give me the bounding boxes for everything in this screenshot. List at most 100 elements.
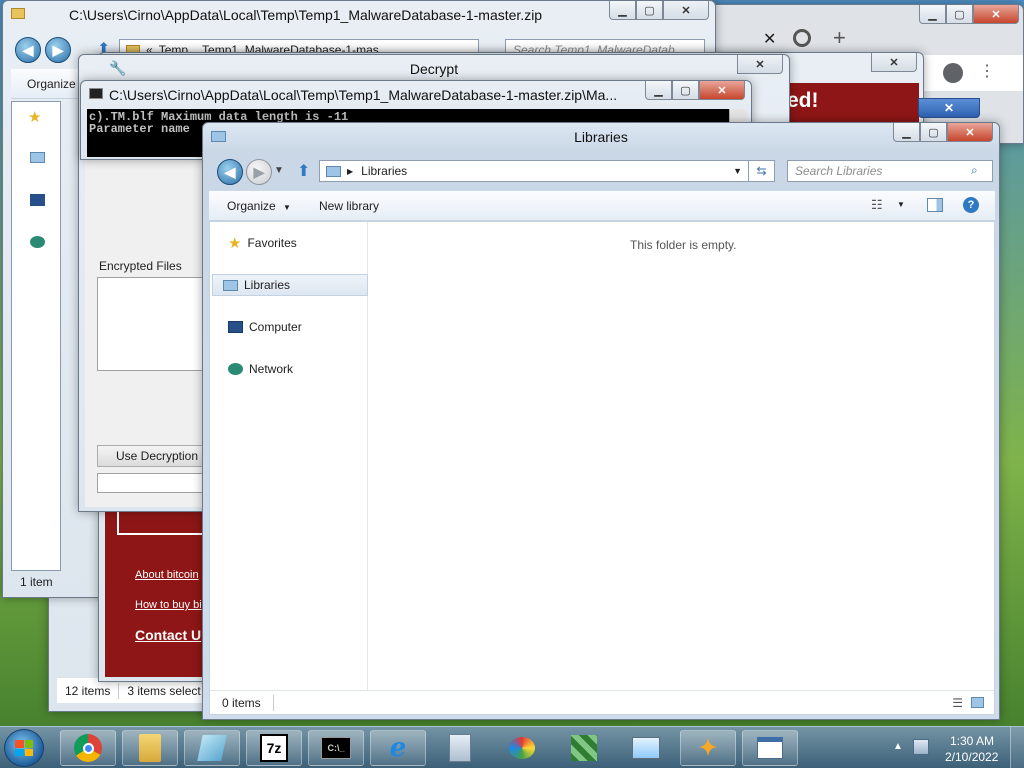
chrome-tab-icon[interactable] — [793, 29, 811, 47]
about-bitcoin-link[interactable]: About bitcoin — [135, 569, 199, 581]
favorites-star-icon[interactable]: ★ — [28, 108, 41, 126]
tab-close-icon[interactable]: ✕ — [763, 29, 776, 49]
back-button[interactable]: ◀ — [217, 159, 243, 185]
minimize-button[interactable]: ▁ — [645, 81, 672, 100]
libraries-content-area: ★ Favorites Libraries Computer Network T… — [209, 221, 995, 715]
start-button[interactable] — [4, 729, 44, 767]
maximize-button[interactable]: ▢ — [946, 5, 973, 24]
up-arrow-icon[interactable]: ⬆ — [297, 161, 310, 181]
breadcrumb-libraries[interactable]: Libraries — [361, 164, 407, 178]
close-button[interactable]: ✕ — [973, 5, 1019, 24]
show-desktop-button[interactable] — [1010, 727, 1024, 768]
taskbar-paint[interactable] — [494, 730, 550, 766]
libraries-items-count: 0 items — [222, 695, 261, 710]
organize-menu[interactable]: Organize ▼ — [227, 199, 291, 213]
chevron-down-icon: ▼ — [283, 203, 291, 212]
maximize-button[interactable]: ▢ — [920, 123, 947, 142]
recent-pages-chevron-icon[interactable]: ▼ — [274, 165, 284, 176]
view-options-chevron-icon[interactable]: ▼ — [897, 200, 905, 209]
maximize-button[interactable]: ▢ — [672, 81, 699, 100]
taskbar-notepad[interactable] — [184, 730, 240, 766]
details-view-icon[interactable]: ☰ — [952, 696, 963, 710]
contact-us-link[interactable]: Contact U — [135, 627, 201, 643]
help-icon[interactable]: ? — [963, 197, 979, 213]
organize-label: Organize — [227, 199, 276, 213]
navigation-pane: ★ Favorites Libraries Computer Network — [210, 222, 368, 690]
nav-computer-label: Computer — [249, 320, 302, 334]
preview-pane-icon[interactable] — [927, 198, 943, 212]
taskbar-cubes-app[interactable] — [556, 730, 612, 766]
network-tray-icon[interactable] — [913, 739, 929, 755]
browser-caption-buttons: ▁ ▢ ✕ — [919, 5, 1019, 25]
close-button[interactable]: ✕ — [947, 123, 993, 142]
new-tab-button[interactable]: + — [833, 25, 846, 51]
ransom-banner-text: ed! — [787, 89, 819, 112]
nav-item-libraries[interactable]: Libraries — [212, 274, 368, 296]
close-button[interactable]: ✕ — [663, 1, 709, 20]
taskbar-ie[interactable]: e — [370, 730, 426, 766]
change-view-icon[interactable]: ☷ — [871, 197, 883, 213]
address-dropdown-icon[interactable]: ▼ — [733, 166, 742, 176]
cubes-icon — [571, 735, 597, 761]
back-button[interactable]: ◀ — [15, 37, 41, 63]
taskbar-wizard[interactable]: ✦ — [680, 730, 736, 766]
empty-folder-message: This folder is empty. — [630, 238, 737, 252]
windows-logo-icon — [15, 740, 33, 756]
taskbar-resource-monitor[interactable] — [618, 730, 674, 766]
taskbar-explorer[interactable] — [122, 730, 178, 766]
libraries-address-bar[interactable]: ▶ Libraries ▼ — [319, 160, 749, 182]
libraries-window-title: Libraries — [574, 129, 628, 145]
search-icon[interactable]: ⌕ — [971, 163, 978, 178]
back-explorer-selected-count: 3 items select — [127, 683, 201, 698]
encrypted-files-label: Encrypted Files — [99, 259, 182, 273]
refresh-button[interactable]: ⇆ — [749, 160, 775, 182]
forward-button[interactable]: ▶ — [45, 37, 71, 63]
magic-wand-icon: ✦ — [698, 735, 718, 760]
back-explorer-items-count: 12 items — [65, 683, 111, 698]
nav-network-label: Network — [249, 362, 294, 376]
nav-item-favorites[interactable]: ★ Favorites — [218, 232, 297, 254]
nav-item-computer[interactable]: Computer — [218, 316, 302, 338]
close-button[interactable]: ✕ — [699, 81, 745, 100]
minimize-button[interactable]: ▁ — [919, 5, 946, 24]
new-library-button[interactable]: New library — [319, 199, 379, 213]
close-button[interactable]: ✕ — [871, 53, 917, 72]
console-caption-buttons: ▁ ▢ ✕ — [645, 81, 745, 101]
how-to-buy-bitcoins-link[interactable]: How to buy bi — [135, 599, 202, 611]
tray-overflow-icon[interactable]: ▲ — [893, 741, 903, 752]
nav-item-network[interactable]: Network — [218, 358, 293, 380]
menu-kebab-icon[interactable]: ⋮ — [979, 61, 995, 81]
network-icon[interactable] — [30, 236, 45, 248]
folder-icon — [139, 734, 161, 762]
computer-icon — [228, 321, 243, 333]
clock-time[interactable]: 1:30 AM — [950, 734, 994, 748]
libraries-caption-buttons: ▁ ▢ ✕ — [893, 123, 993, 143]
profile-icon[interactable] — [943, 63, 963, 83]
maximize-button[interactable]: ▢ — [636, 1, 663, 20]
taskbar-calculator[interactable] — [432, 730, 488, 766]
organize-menu[interactable]: Organize — [27, 77, 76, 91]
taskbar-cmd[interactable]: C:\_ — [308, 730, 364, 766]
computer-icon[interactable] — [30, 194, 45, 206]
taskbar-7zip[interactable]: 7z — [246, 730, 302, 766]
taskbar-decrypt-app[interactable] — [742, 730, 798, 766]
forward-button[interactable]: ▶ — [246, 159, 272, 185]
large-icons-view-icon[interactable] — [971, 697, 984, 708]
ransom-caption-buttons: ✕ — [871, 53, 917, 73]
zip-explorer-items-count: 1 item — [20, 575, 53, 589]
close-button[interactable]: ✕ — [737, 55, 783, 74]
paint-palette-icon — [509, 737, 535, 759]
ransom-close-button[interactable]: ✕ — [918, 98, 980, 118]
libraries-search-input[interactable]: Search Libraries — [787, 160, 993, 182]
nav-libraries-label: Libraries — [244, 278, 291, 292]
libraries-icon[interactable] — [30, 152, 45, 163]
zip-explorer-caption-buttons: ▁ ▢ ✕ — [609, 1, 709, 21]
taskbar-chrome[interactable] — [60, 730, 116, 766]
libraries-statusbar: 0 items ☰ — [210, 690, 994, 714]
internet-explorer-icon: e — [389, 733, 407, 763]
breadcrumb-arrow-icon[interactable]: ▶ — [347, 167, 353, 176]
clock-date[interactable]: 2/10/2022 — [945, 750, 998, 764]
minimize-button[interactable]: ▁ — [609, 1, 636, 20]
minimize-button[interactable]: ▁ — [893, 123, 920, 142]
libraries-command-bar: Organize ▼ New library ☷ ▼ ? — [209, 191, 995, 221]
